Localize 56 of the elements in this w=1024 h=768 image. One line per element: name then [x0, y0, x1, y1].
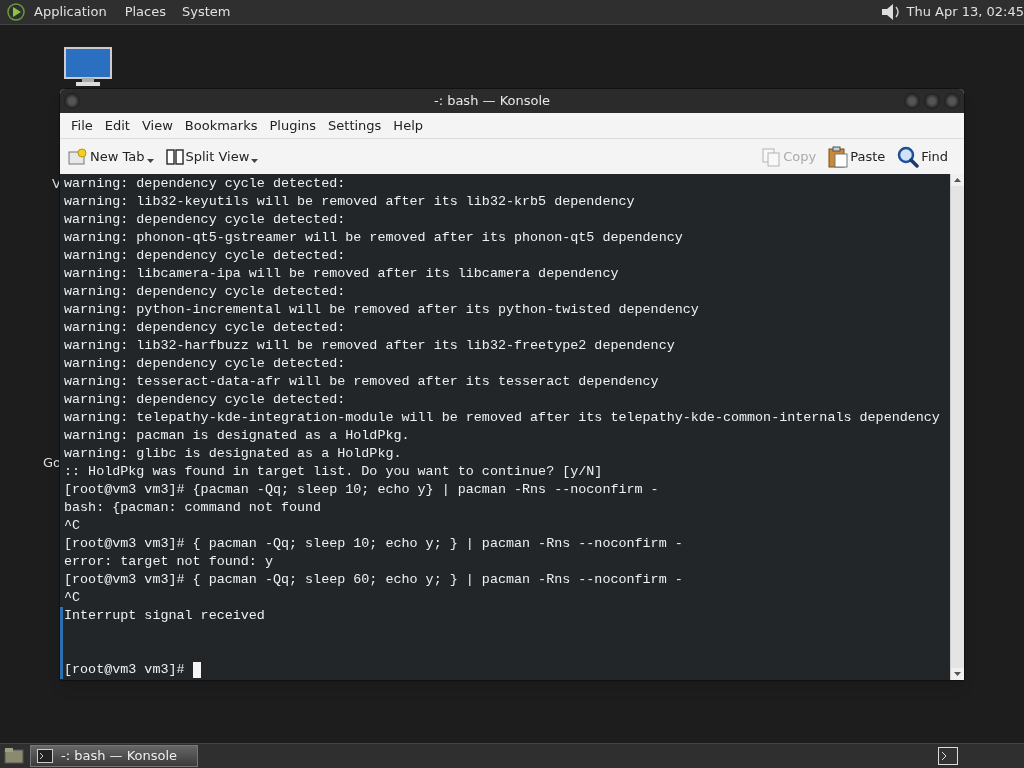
menu-item[interactable]: Help — [387, 115, 429, 136]
clock[interactable]: Thu Apr 13, 02:45 — [906, 2, 1024, 22]
new-tab-button[interactable]: New Tab — [66, 146, 156, 167]
terminal-line: error: target not found: y — [64, 553, 273, 571]
terminal-line: warning: phonon-qt5-gstreamer will be removed after its phonon-qt5 dependency — [64, 229, 683, 247]
menu-item[interactable]: File — [65, 115, 99, 136]
terminal-line: warning: tesseract-data-afr will be removed after its tesseract dependency — [64, 373, 659, 391]
terminal-line: warning: dependency cycle detected: — [64, 175, 346, 193]
find-button[interactable]: Find — [895, 145, 950, 168]
terminal-line: warning: python-incremental will be removed after its python-twisted dependency — [64, 301, 699, 319]
terminal-line: warning: dependency cycle detected: — [64, 283, 346, 301]
panel-menu[interactable]: Application — [34, 2, 107, 22]
terminal-line: warning: glibc is designated as a HoldPkg. — [64, 445, 402, 463]
clipboard-icon — [828, 145, 849, 168]
menu-item[interactable]: Bookmarks — [178, 115, 264, 136]
split-view-button[interactable]: Split View — [163, 146, 261, 167]
terminal-line: warning: telepathy-kde-integration-module will be removed after its telepathy-kde-common-internals dependency — [64, 409, 940, 427]
terminal-line: [root@vm3 vm3]# — [64, 661, 185, 679]
terminal-line: warning: pacman is designated as a HoldPkg. — [64, 427, 410, 445]
terminal-line: warning: libcamera-ipa will be removed after its libcamera dependency — [64, 265, 619, 283]
terminal-line: [root@vm3 vm3]# { pacman -Qq; sleep 10; echo y; } | pacman -Rns --noconfirm - — [64, 535, 683, 553]
terminal-line: warning: dependency cycle detected: — [64, 355, 346, 373]
panel-menu[interactable]: Places — [124, 2, 166, 22]
show-desktop-icon[interactable] — [4, 747, 24, 765]
menu-item[interactable]: View — [135, 115, 179, 136]
terminal-line: Interrupt signal received — [64, 607, 265, 625]
terminal-line: ^C — [64, 517, 81, 535]
copy-icon — [761, 146, 782, 167]
terminal-line: warning: lib32-keyutils will be removed after its lib32-krb5 dependency — [64, 193, 635, 211]
menu-item[interactable]: Edit — [98, 115, 136, 136]
caret-icon — [251, 159, 259, 165]
menu-logo-icon[interactable] — [6, 2, 26, 22]
terminal-line: warning: dependency cycle detected: — [64, 319, 346, 337]
window-title: -: bash — Konsole — [432, 92, 552, 111]
terminal-icon — [37, 749, 53, 763]
terminal-line: warning: dependency cycle detected: — [64, 211, 346, 229]
menu-item[interactable]: Settings — [322, 115, 388, 136]
panel-menu[interactable]: System — [182, 2, 231, 22]
caret-icon — [146, 159, 154, 165]
terminal-tray-icon[interactable] — [938, 747, 958, 765]
terminal-line: [root@vm3 vm3]# {pacman -Qq; sleep 10; echo y} | pacman -Rns --noconfirm - — [64, 481, 659, 499]
terminal-line: :: HoldPkg was found in target list. Do you want to continue? [y/N] — [64, 463, 603, 481]
terminal-line: [root@vm3 vm3]# { pacman -Qq; sleep 60; echo y; } | pacman -Rns --noconfirm - — [64, 571, 683, 589]
terminal-line: ^C — [64, 589, 81, 607]
terminal-line: warning: lib32-harfbuzz will be removed after its lib32-freetype2 dependency — [64, 337, 675, 355]
terminal-line: warning: dependency cycle detected: — [64, 247, 346, 265]
terminal-line: warning: dependency cycle detected: — [64, 391, 346, 409]
taskbar-task[interactable]: -: bash — Konsole — [30, 745, 198, 767]
scrollbar[interactable] — [950, 174, 964, 680]
paste-button[interactable]: Paste — [826, 145, 888, 168]
split-view-icon — [165, 147, 184, 166]
monitor-icon[interactable] — [64, 47, 112, 87]
new-tab-icon — [68, 147, 88, 166]
menu-item[interactable]: Plugins — [263, 115, 323, 136]
terminal-line: bash: {pacman: command not found — [64, 499, 322, 517]
search-icon — [897, 145, 920, 168]
